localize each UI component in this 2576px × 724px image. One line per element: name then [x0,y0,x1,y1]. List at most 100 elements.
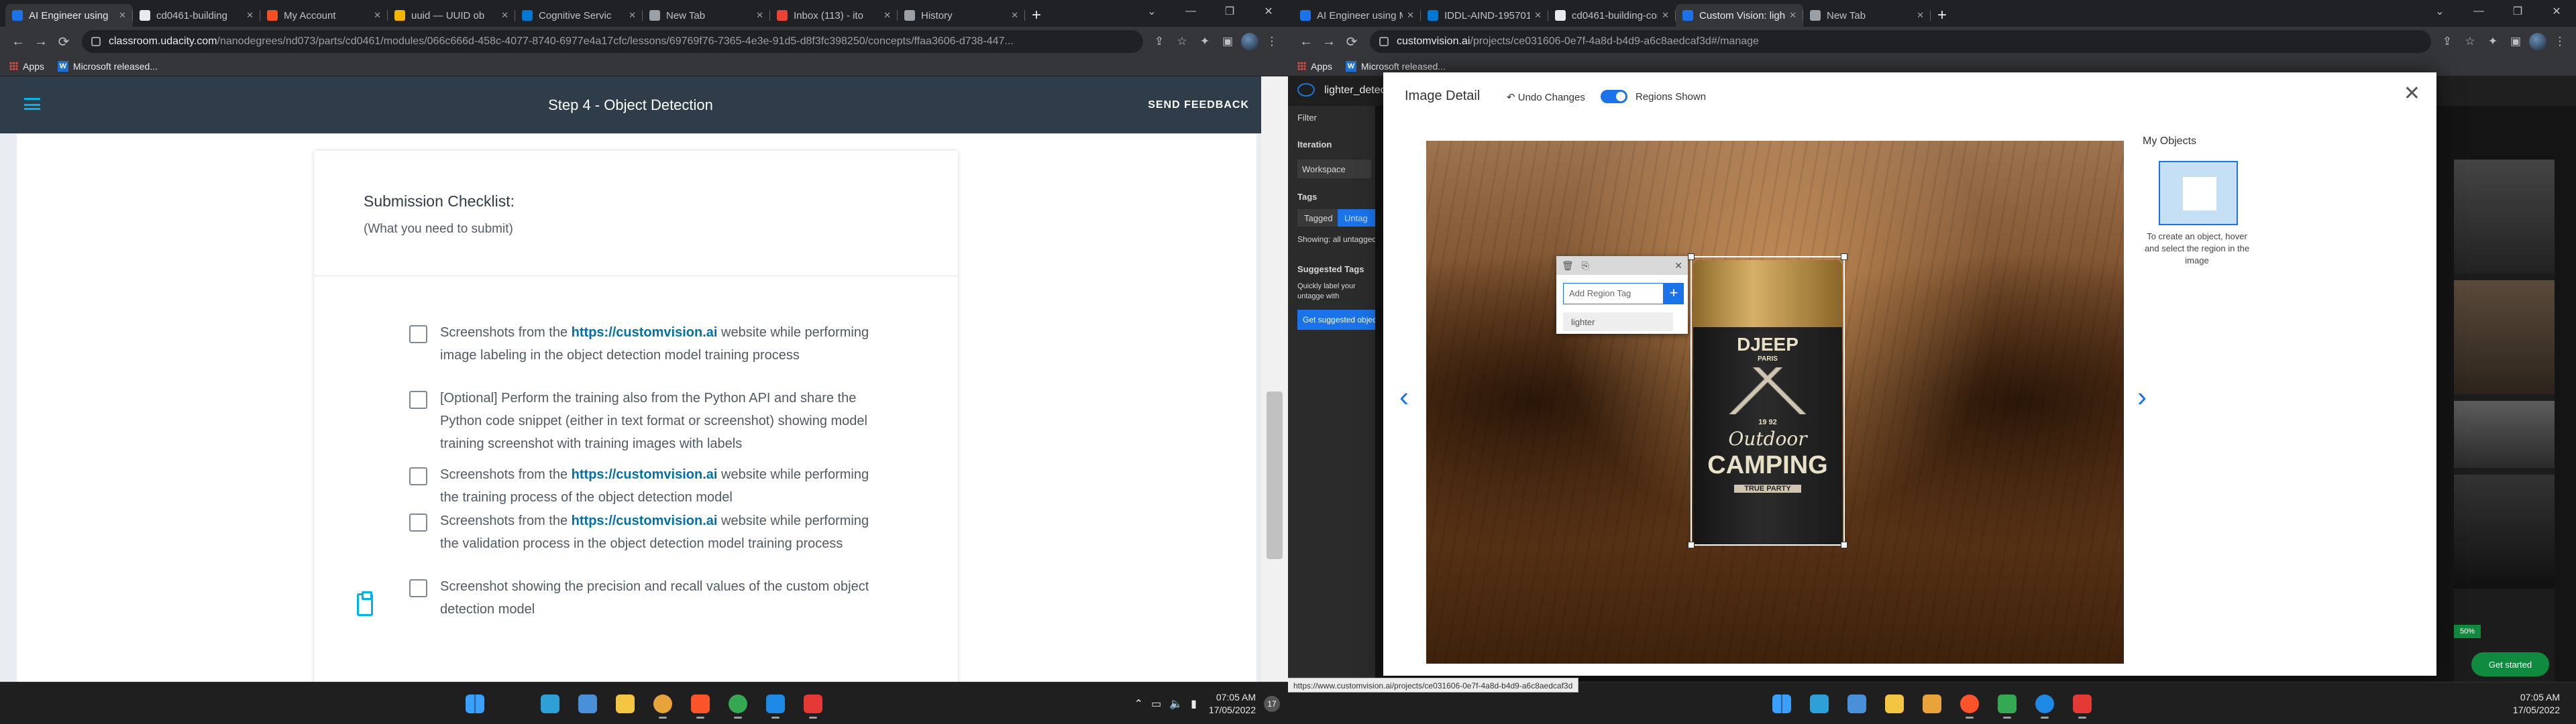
close-tab-icon[interactable]: ✕ [374,10,381,21]
folder-icon[interactable] [610,689,640,719]
close-tab-icon[interactable]: ✕ [1789,10,1796,21]
thumbnail[interactable] [2454,280,2555,394]
browser-tab[interactable]: AI Engineer using Microsoft Azu ✕ [1293,4,1421,27]
browser-tab[interactable]: History ✕ [898,4,1025,27]
maximize-button[interactable]: ❐ [1210,0,1249,23]
region-box[interactable] [1688,253,1847,548]
tagged-tab[interactable]: Tagged [1297,209,1338,227]
windows-start-icon[interactable] [1767,689,1796,719]
chevron-left-icon[interactable]: ‹ [1399,381,1409,413]
tag-option-lighter[interactable]: lighter [1563,312,1673,331]
close-icon[interactable]: ✕ [2404,82,2420,105]
customvision-link[interactable]: https://customvision.ai [572,325,718,340]
vscode-icon[interactable] [761,689,790,719]
vscode-icon[interactable] [2068,689,2097,719]
notification-icon[interactable]: 17 [1264,695,1280,712]
clock[interactable]: 07:05 AM 17/05/2022 [1209,691,1256,717]
regions-toggle[interactable] [1601,90,1627,103]
search-icon[interactable] [1805,689,1834,719]
more-icon[interactable]: ⋮ [2551,35,2569,48]
close-tab-icon[interactable]: ✕ [501,10,508,21]
close-tab-icon[interactable]: ✕ [1662,10,1669,21]
browser-tab[interactable]: My Account ✕ [260,4,388,27]
url-input[interactable]: customvision.ai /projects/ce031606-0e7f-… [1370,30,2431,53]
close-icon[interactable]: ✕ [1674,260,1682,272]
close-button[interactable]: ✕ [1249,0,1288,23]
share-icon[interactable]: ⇪ [1150,35,1169,48]
checkbox[interactable] [409,514,427,532]
browser-tab[interactable]: uuid — UUID ob ✕ [388,4,515,27]
thumbnail[interactable] [2454,475,2555,589]
close-tab-icon[interactable]: ✕ [1534,10,1542,21]
browser-tab[interactable]: AI Engineer using ✕ [5,4,133,27]
filter-label[interactable]: Filter [1297,113,1317,123]
folder-icon[interactable] [1917,689,1947,719]
chevron-right-icon[interactable]: › [2137,381,2147,413]
taskview-icon[interactable] [573,689,602,719]
star-icon[interactable]: ☆ [2461,35,2479,48]
checkbox[interactable] [409,579,427,597]
extensions-icon[interactable]: ✦ [1195,35,1214,48]
close-tab-icon[interactable]: ✕ [756,10,763,21]
close-tab-icon[interactable]: ✕ [246,10,254,21]
get-suggested-button[interactable]: Get suggested object [1297,310,1375,330]
edge-icon[interactable] [1842,689,1872,719]
back-button[interactable]: ← [1295,34,1318,50]
search-icon[interactable] [498,689,527,719]
thumbnail[interactable] [2454,160,2555,274]
untagged-tab[interactable]: Untag [1338,209,1375,227]
windows-start-icon[interactable] [460,689,490,719]
reload-button[interactable]: ⟳ [1340,34,1363,50]
resize-handle[interactable] [1841,253,1847,260]
send-feedback-button[interactable]: SEND FEEDBACK [1148,99,1249,111]
checkbox[interactable] [409,391,427,409]
network-icon[interactable]: ▭ [1151,697,1161,711]
forward-button[interactable]: → [30,34,52,50]
close-tab-icon[interactable]: ✕ [1917,10,1924,21]
scrollbar[interactable] [1261,76,1288,682]
bookmark-apps[interactable]: Apps [1297,61,1332,72]
trash-icon[interactable]: 🗑 [1562,260,1574,272]
chevron-down-icon[interactable]: ⌄ [2420,0,2459,23]
close-button[interactable]: ✕ [2537,0,2576,23]
reload-button[interactable]: ⟳ [52,34,75,50]
undo-changes-button[interactable]: ↶ Undo Changes [1507,91,1585,103]
close-tab-icon[interactable]: ✕ [1407,10,1414,21]
avatar[interactable] [1241,33,1258,50]
edge-icon[interactable] [535,689,565,719]
checkbox[interactable] [409,325,427,343]
forward-button[interactable]: → [1318,34,1340,50]
browser-tab[interactable]: cd0461-building-computer-visio ✕ [1548,4,1676,27]
sidebar-icon[interactable]: ▣ [2506,35,2525,48]
new-tab-button[interactable]: + [1025,4,1048,27]
chevron-down-icon[interactable]: ⌄ [1132,0,1171,23]
volume-icon[interactable]: 🔈 [1169,697,1183,711]
minimize-button[interactable]: — [2459,0,2498,23]
sidebar-icon[interactable]: ▣ [1218,35,1237,48]
copy-icon[interactable]: ⎘ [1582,260,1589,272]
resize-handle[interactable] [1688,253,1695,260]
browser-tab[interactable]: New Tab ✕ [643,4,770,27]
taskview-icon[interactable] [1880,689,1909,719]
browser-tab[interactable]: Inbox (113) - ito ✕ [770,4,898,27]
maximize-button[interactable]: ❐ [2498,0,2537,23]
close-tab-icon[interactable]: ✕ [1011,10,1018,21]
extensions-icon[interactable]: ✦ [2483,35,2502,48]
brave-icon[interactable] [686,689,715,719]
resize-handle[interactable] [1841,542,1847,548]
chrome-icon[interactable] [2030,689,2059,719]
more-icon[interactable]: ⋮ [1263,35,1281,48]
image-canvas[interactable]: DJEEP PARIS 19 92 Outdoor CAMPING TRUE P… [1426,141,2124,664]
battery-icon[interactable]: ▮ [1191,697,1197,711]
chevron-up-icon[interactable]: ⌃ [1134,697,1143,711]
get-started-button[interactable]: Get started [2471,652,2549,676]
customvision-link[interactable]: https://customvision.ai [572,514,718,528]
browser-tab[interactable]: IDDL-AIND-195701 - Microsoft✕ [1421,4,1548,27]
thumbnail[interactable] [2454,401,2555,468]
chrome-icon[interactable] [1955,689,1984,719]
share-icon[interactable]: ⇪ [2438,35,2457,48]
new-tab-button[interactable]: + [1931,4,1953,27]
close-tab-icon[interactable]: ✕ [883,10,891,21]
bookmark-apps[interactable]: Apps [9,61,44,72]
bookmark-microsoft[interactable]: W Microsoft released... [57,60,158,72]
